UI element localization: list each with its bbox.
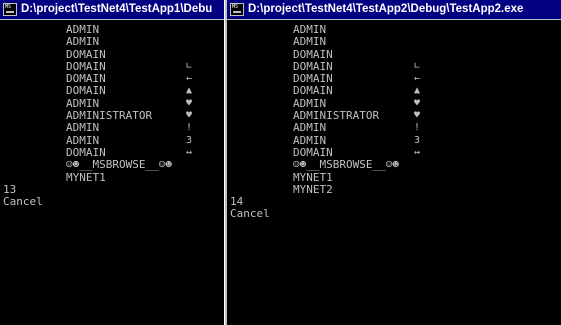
name-type-glyph: ! — [186, 122, 193, 134]
title-bar[interactable]: MS D:\project\TestNet4\TestApp2\Debug\Te… — [227, 0, 561, 20]
name-entry: DOMAIN ← — [230, 72, 561, 85]
name-type-glyph: ↔ — [186, 146, 193, 158]
name-entry: ADMIN — [3, 35, 224, 49]
netbios-name: DOMAIN — [293, 84, 333, 98]
name-entry: MYNET2 — [230, 182, 561, 196]
netbios-name: ADMIN — [66, 35, 100, 49]
name-type-glyph: 3 — [414, 134, 421, 146]
status-text: Cancel — [3, 195, 43, 209]
console-window-testapp1[interactable]: MS D:\project\TestNet4\TestApp1\Debu ADM… — [0, 0, 224, 325]
name-entry: ADMIN — [3, 23, 224, 36]
name-entry: DOMAIN ▲ — [230, 84, 561, 98]
title-bar[interactable]: MS D:\project\TestNet4\TestApp1\Debu — [0, 0, 224, 20]
name-entry: ADMIN! — [230, 121, 561, 135]
name-entry: MYNET1 — [3, 170, 224, 184]
netbios-name: MYNET2 — [293, 182, 333, 196]
name-count: 14 — [230, 195, 244, 209]
netbios-name: ADMIN — [293, 35, 327, 49]
name-entry: ADMIN — [230, 23, 561, 36]
msdos-console-icon[interactable]: MS — [230, 3, 244, 16]
netbios-name: ☺☻__MSBROWSE__☺☻ — [293, 158, 399, 172]
netbios-name: MYNET1 — [293, 170, 333, 184]
name-entry: ADMIN 3 — [230, 134, 561, 147]
name-type-glyph: ∟ — [186, 60, 193, 72]
name-entry: ADMIN! — [3, 121, 224, 135]
console-output: ADMIN ADMIN DOMAIN DOMAIN ∟ DOMAIN ← DOMAIN ▲ ADM… — [230, 23, 561, 325]
name-entry: ADMIN — [230, 35, 561, 49]
console-window-testapp2[interactable]: MS D:\project\TestNet4\TestApp2\Debug\Te… — [227, 0, 561, 325]
name-entry: DOMAIN ← — [3, 72, 224, 85]
name-type-glyph: ← — [414, 73, 421, 85]
name-type-glyph: ▲ — [414, 85, 421, 97]
name-entry: DOMAIN — [230, 48, 561, 61]
name-type-glyph: ♥ — [414, 110, 421, 122]
name-entry: ADMINISTRATOR ♥ — [230, 109, 561, 122]
name-entry: DOMAIN ▲ — [3, 84, 224, 98]
name-type-glyph: ♥ — [414, 97, 421, 109]
name-type-glyph: ← — [186, 73, 193, 85]
name-entry: ☺☻__MSBROWSE__☺☻ — [230, 158, 561, 172]
status-text: Cancel — [230, 207, 270, 221]
netbios-name: MYNET1 — [66, 170, 106, 184]
name-type-glyph: ∟ — [414, 60, 421, 72]
name-type-glyph: ! — [414, 122, 421, 134]
netbios-name: ADMIN — [66, 121, 100, 135]
window-title: D:\project\TestNet4\TestApp2\Debug\TestA… — [248, 3, 524, 15]
name-entry: MYNET1 — [230, 170, 561, 184]
netbios-name: DOMAIN — [66, 84, 106, 98]
name-type-glyph: 3 — [186, 134, 193, 146]
name-type-glyph: ♥ — [186, 110, 193, 122]
name-entry: ADMIN ♥ — [230, 97, 561, 110]
name-type-glyph: ▲ — [186, 85, 193, 97]
name-entry: ADMINISTRATOR ♥ — [3, 109, 224, 122]
console-output: ADMIN ADMIN DOMAIN DOMAIN ∟ DOMAIN ← DOMAIN ▲ ADM… — [3, 23, 224, 325]
netbios-name: ☺☻__MSBROWSE__☺☻ — [66, 158, 172, 172]
name-entry: ADMIN 3 — [3, 134, 224, 147]
msdos-console-icon[interactable]: MS — [3, 3, 17, 16]
name-entry: DOMAIN ∟ — [3, 60, 224, 73]
name-entry: DOMAIN — [3, 48, 224, 61]
window-title: D:\project\TestNet4\TestApp1\Debu — [21, 3, 213, 15]
name-entry: DOMAIN ∟ — [230, 60, 561, 73]
name-type-glyph: ↔ — [414, 146, 421, 158]
name-entry: ☺☻__MSBROWSE__☺☻ — [3, 158, 224, 172]
name-type-glyph: ♥ — [186, 97, 193, 109]
netbios-name: ADMIN — [293, 121, 327, 135]
